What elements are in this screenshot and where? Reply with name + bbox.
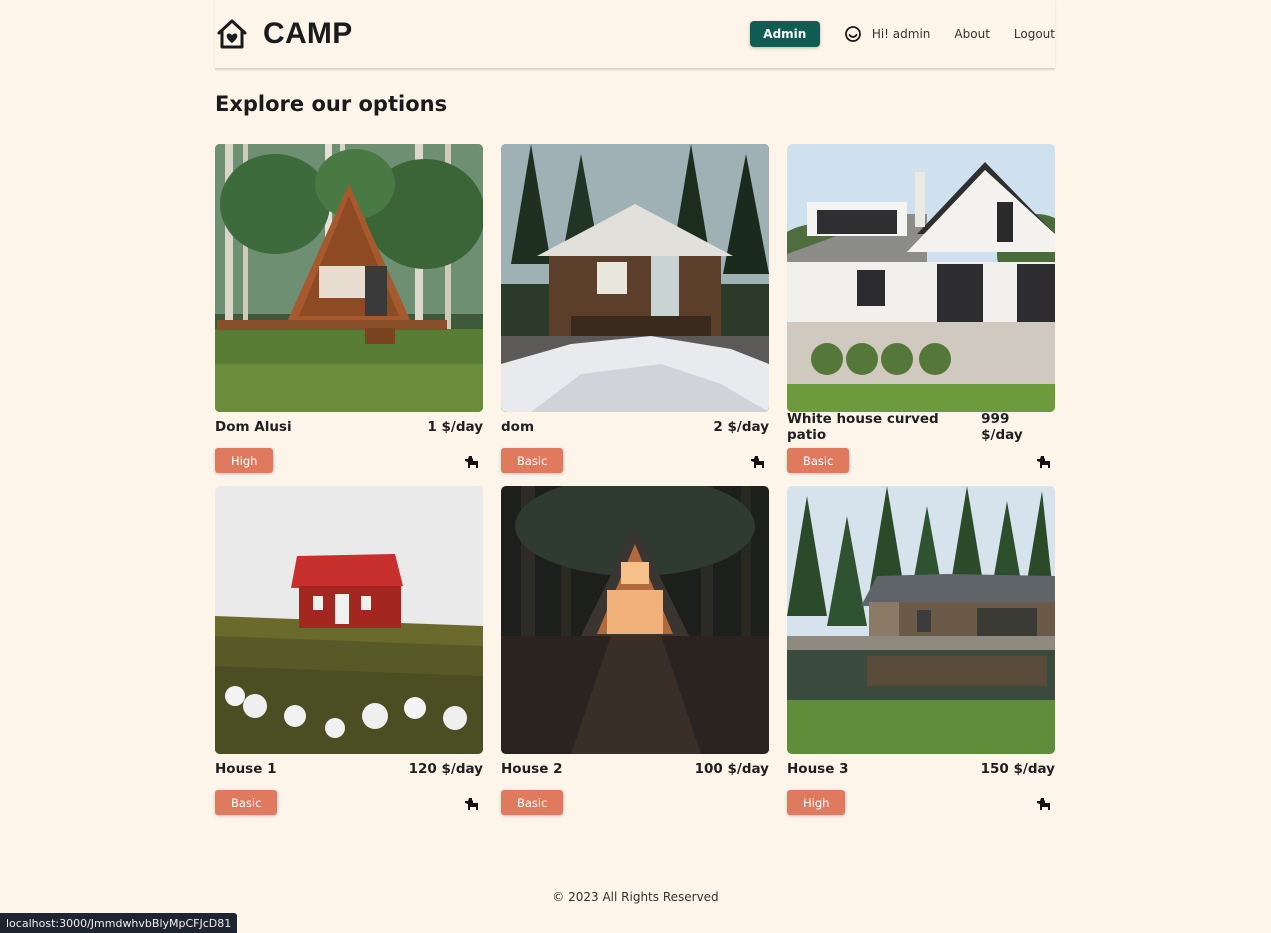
house-heart-icon	[217, 19, 247, 49]
tier-badge: Basic	[501, 448, 564, 473]
dog-icon	[751, 455, 764, 468]
listing-price: 120 $/day	[408, 761, 483, 777]
brand-logo-link[interactable]: CAMP	[215, 17, 353, 51]
listing-card[interactable]: House 2 100 $/day Basic	[501, 486, 769, 815]
listing-image	[215, 486, 483, 754]
listing-card[interactable]: White house curved patio 999 $/day Basic	[787, 144, 1055, 473]
listing-price: 100 $/day	[694, 761, 769, 777]
listing-footer: Basic	[215, 790, 483, 815]
site-header: CAMP Admin Hi! admin About Logout	[215, 0, 1055, 69]
listing-footer: Basic	[787, 448, 1055, 473]
listing-footer: Basic	[501, 790, 769, 815]
user-face-icon	[844, 26, 861, 42]
listing-image	[787, 486, 1055, 754]
tier-badge: Basic	[215, 790, 278, 815]
listing-meta: House 1 120 $/day	[215, 760, 483, 778]
logout-link[interactable]: Logout	[1014, 27, 1055, 41]
user-greeting: Hi! admin	[871, 27, 931, 41]
listing-image	[787, 144, 1055, 412]
listing-card[interactable]: dom 2 $/day Basic	[501, 144, 769, 473]
listing-grid: Dom Alusi 1 $/day High dom 2 $/day Basic…	[215, 144, 1055, 815]
listing-image	[501, 486, 769, 754]
page-title: Explore our options	[215, 92, 448, 116]
listing-name: Dom Alusi	[215, 419, 292, 435]
listing-price: 150 $/day	[980, 761, 1055, 777]
listing-meta: Dom Alusi 1 $/day	[215, 418, 483, 436]
listing-name: dom	[501, 419, 535, 435]
listing-image	[501, 144, 769, 412]
listing-name: House 1	[215, 761, 277, 777]
dog-icon	[465, 797, 478, 810]
listing-footer: High	[215, 448, 483, 473]
listing-footer: Basic	[501, 448, 769, 473]
listing-image	[215, 144, 483, 412]
admin-button[interactable]: Admin	[749, 21, 820, 47]
listing-price: 2 $/day	[713, 419, 769, 435]
tier-badge: Basic	[787, 448, 850, 473]
dog-icon	[1037, 455, 1050, 468]
top-nav: Admin Hi! admin About Logout	[749, 21, 1055, 47]
listing-name: House 2	[501, 761, 563, 777]
listing-meta: dom 2 $/day	[501, 418, 769, 436]
listing-card[interactable]: House 1 120 $/day Basic	[215, 486, 483, 815]
listing-card[interactable]: House 3 150 $/day High	[787, 486, 1055, 815]
listing-meta: White house curved patio 999 $/day	[787, 411, 1055, 443]
browser-status-url: localhost:3000/JmmdwhvbBlyMpCFJcD81	[0, 913, 238, 933]
listing-card[interactable]: Dom Alusi 1 $/day High	[215, 144, 483, 473]
tier-badge: High	[787, 790, 846, 815]
site-footer: © 2023 All Rights Reserved	[552, 890, 719, 904]
listing-meta: House 2 100 $/day	[501, 760, 769, 778]
listing-meta: House 3 150 $/day	[787, 760, 1055, 778]
dog-icon	[465, 455, 478, 468]
tier-badge: Basic	[501, 790, 564, 815]
listing-price: 1 $/day	[427, 419, 483, 435]
tier-badge: High	[215, 448, 274, 473]
listing-name: House 3	[787, 761, 849, 777]
listing-price: 999 $/day	[981, 411, 1023, 443]
brand-name: CAMP	[263, 17, 353, 50]
dog-icon	[1037, 797, 1050, 810]
listing-name: White house curved patio	[787, 411, 939, 443]
about-link[interactable]: About	[954, 27, 989, 41]
listing-footer: High	[787, 790, 1055, 815]
